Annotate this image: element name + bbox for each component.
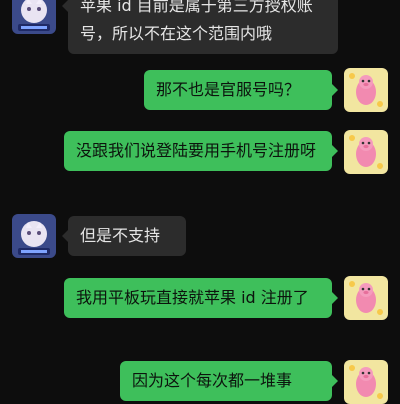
outgoing-message-bubble[interactable]: 我用平板玩直接就苹果 id 注册了 <box>64 278 338 318</box>
contact-avatar[interactable] <box>12 214 56 258</box>
incoming-message-bubble[interactable]: 苹果 id 目前是属于第三方授权账号，所以不在这个范围内哦 <box>62 0 338 54</box>
my-avatar[interactable] <box>344 130 388 174</box>
incoming-message-bubble[interactable]: 但是不支持 <box>62 216 186 256</box>
my-avatar[interactable] <box>344 360 388 404</box>
chat-message-list: 苹果 id 目前是属于第三方授权账号，所以不在这个范围内哦 那不也是官服号吗？ … <box>0 0 400 404</box>
my-avatar[interactable] <box>344 276 388 320</box>
outgoing-message-bubble[interactable]: 因为这个每次都一堆事 <box>120 361 338 401</box>
outgoing-message-bubble[interactable]: 那不也是官服号吗？ <box>144 70 338 110</box>
my-avatar[interactable] <box>344 68 388 112</box>
outgoing-message-bubble[interactable]: 没跟我们说登陆要用手机号注册呀 <box>64 131 338 171</box>
contact-avatar[interactable] <box>12 0 56 34</box>
